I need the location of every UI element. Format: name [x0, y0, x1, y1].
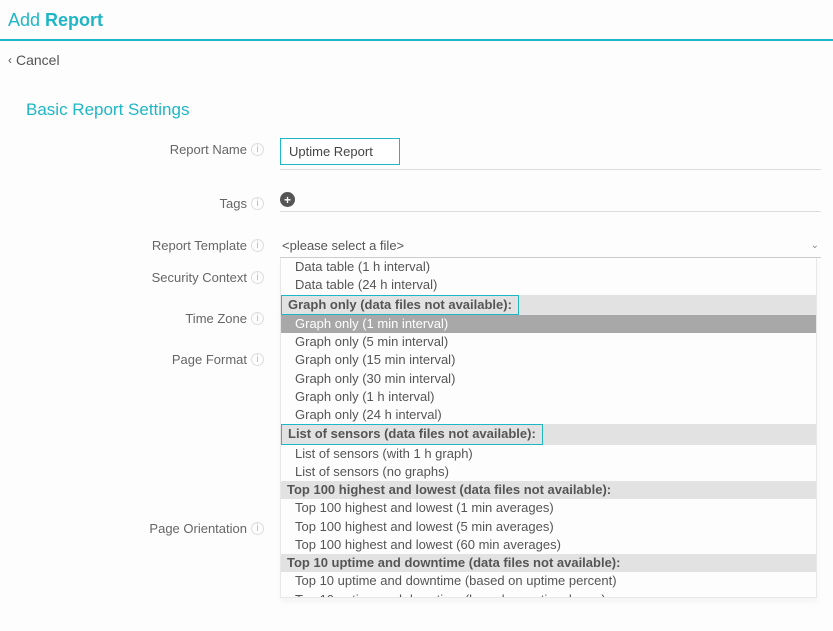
cancel-link[interactable]: ‹ Cancel: [8, 52, 60, 68]
template-option[interactable]: Graph only (24 h interval): [281, 406, 816, 424]
row-report-template: Report Template i <please select a file>…: [26, 234, 821, 258]
template-option[interactable]: List of sensors (with 1 h graph): [281, 445, 816, 463]
template-option-group-label: List of sensors (data files not availabl…: [281, 424, 543, 444]
input-col-template: <please select a file> ⌄ Data table (1 h…: [280, 234, 821, 258]
label-security-context: Security Context i: [26, 266, 280, 285]
template-option[interactable]: Graph only (1 min interval): [281, 315, 816, 333]
label-page-orientation: Page Orientation i: [26, 517, 280, 536]
label-time-zone: Time Zone i: [26, 307, 280, 326]
input-col-tags: +: [280, 192, 821, 212]
template-placeholder: <please select a file>: [282, 238, 404, 253]
template-option[interactable]: Top 100 highest and lowest (5 min averag…: [281, 518, 816, 536]
row-tags: Tags i +: [26, 192, 821, 212]
cancel-label: Cancel: [16, 52, 60, 68]
template-option-group: Top 100 highest and lowest (data files n…: [281, 481, 816, 499]
label-tags: Tags i: [26, 192, 280, 211]
page-title: Add Report: [8, 10, 103, 30]
add-tag-button[interactable]: +: [280, 192, 295, 207]
info-icon[interactable]: i: [251, 312, 264, 325]
chevron-left-icon: ‹: [8, 53, 12, 67]
template-option-group: Top 10 uptime and downtime (data files n…: [281, 554, 816, 572]
template-option-group-label: Graph only (data files not available):: [281, 295, 519, 315]
template-option[interactable]: Data table (1 h interval): [281, 258, 816, 276]
template-dropdown[interactable]: Data table (1 h interval)Data table (24 …: [280, 258, 817, 598]
report-name-input[interactable]: [280, 138, 400, 165]
info-icon[interactable]: i: [251, 522, 264, 535]
label-page-format: Page Format i: [26, 348, 280, 367]
template-select[interactable]: <please select a file> ⌄: [280, 234, 821, 258]
title-prefix: Add: [8, 10, 45, 30]
label-report-template: Report Template i: [26, 234, 280, 253]
template-option[interactable]: Data table (24 h interval): [281, 276, 816, 294]
template-option[interactable]: Top 10 uptime and downtime (based on upt…: [281, 591, 816, 599]
chevron-down-icon: ⌄: [811, 240, 819, 251]
template-option-group: List of sensors (data files not availabl…: [281, 424, 816, 444]
info-icon[interactable]: i: [251, 353, 264, 366]
template-option[interactable]: Graph only (15 min interval): [281, 351, 816, 369]
title-bold: Report: [45, 10, 103, 30]
template-option[interactable]: Top 100 highest and lowest (1 min averag…: [281, 499, 816, 517]
template-option-group: Graph only (data files not available):: [281, 295, 816, 315]
settings-form: Report Name i Tags i + Report Template i…: [0, 138, 833, 563]
section-title: Basic Report Settings: [0, 78, 833, 138]
template-option[interactable]: Top 10 uptime and downtime (based on upt…: [281, 572, 816, 590]
cancel-row: ‹ Cancel: [0, 41, 833, 78]
info-icon[interactable]: i: [251, 143, 264, 156]
template-option[interactable]: Graph only (1 h interval): [281, 388, 816, 406]
label-report-name: Report Name i: [26, 138, 280, 157]
info-icon[interactable]: i: [251, 271, 264, 284]
input-col-report-name: [280, 138, 821, 170]
info-icon[interactable]: i: [251, 197, 264, 210]
info-icon[interactable]: i: [251, 239, 264, 252]
template-option[interactable]: List of sensors (no graphs): [281, 463, 816, 481]
page-header: Add Report: [0, 0, 833, 41]
template-option[interactable]: Graph only (30 min interval): [281, 370, 816, 388]
template-option[interactable]: Top 100 highest and lowest (60 min avera…: [281, 536, 816, 554]
template-option[interactable]: Graph only (5 min interval): [281, 333, 816, 351]
row-report-name: Report Name i: [26, 138, 821, 170]
